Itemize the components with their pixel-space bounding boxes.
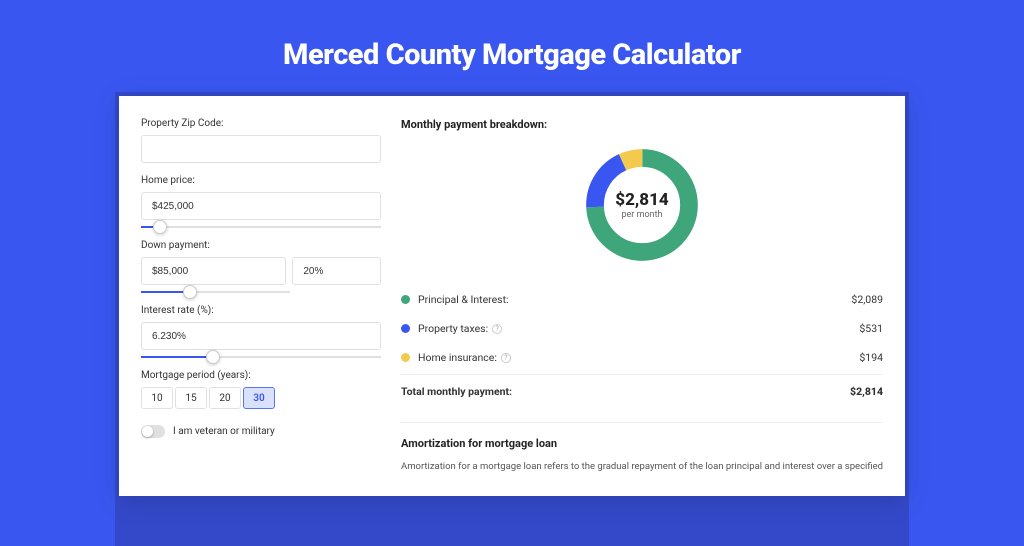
period-button-15[interactable]: 15 [175, 387, 207, 409]
breakdown-row: Home insurance:?$194 [401, 343, 883, 372]
home-price-input[interactable] [141, 192, 381, 220]
veteran-row: I am veteran or military [141, 425, 381, 438]
breakdown-row: Principal & Interest:$2,089 [401, 285, 883, 314]
down-payment-field-group: Down payment: [141, 240, 381, 293]
veteran-toggle[interactable] [141, 425, 165, 438]
breakdown-header: Monthly payment breakdown: [401, 118, 883, 131]
interest-field-group: Interest rate (%): [141, 305, 381, 358]
zip-field-group: Property Zip Code: [141, 118, 381, 163]
info-icon[interactable]: ? [501, 353, 511, 363]
amortization-title: Amortization for mortgage loan [401, 437, 883, 450]
down-payment-label: Down payment: [141, 240, 381, 251]
home-price-label: Home price: [141, 175, 381, 186]
period-label: Mortgage period (years): [141, 370, 381, 381]
interest-slider[interactable] [141, 356, 381, 358]
donut-label: per month [615, 210, 668, 220]
total-label: Total monthly payment: [401, 385, 850, 398]
slider-thumb-icon[interactable] [183, 285, 197, 299]
legend-swatch-icon [401, 353, 410, 362]
zip-input[interactable] [141, 135, 381, 163]
form-column: Property Zip Code: Home price: Down paym… [119, 96, 393, 496]
breakdown-value: $2,089 [851, 293, 883, 306]
slider-thumb-icon[interactable] [206, 350, 220, 364]
page-title: Merced County Mortgage Calculator [0, 0, 1024, 96]
breakdown-label: Home insurance:? [418, 351, 859, 364]
breakdown-label: Principal & Interest: [418, 293, 851, 306]
period-button-10[interactable]: 10 [141, 387, 173, 409]
amortization-text: Amortization for a mortgage loan refers … [401, 460, 883, 474]
breakdown-value: $531 [859, 322, 883, 335]
total-row: Total monthly payment: $2,814 [401, 374, 883, 406]
home-price-field-group: Home price: [141, 175, 381, 228]
donut-center: $2,814 per month [615, 190, 668, 220]
veteran-label: I am veteran or military [173, 426, 275, 437]
down-payment-pct-input[interactable] [292, 257, 381, 285]
calculator-card: Property Zip Code: Home price: Down paym… [119, 96, 905, 496]
donut-chart: $2,814 per month [401, 143, 883, 267]
down-payment-amount-input[interactable] [141, 257, 286, 285]
interest-label: Interest rate (%): [141, 305, 381, 316]
total-value: $2,814 [850, 385, 883, 398]
donut-value: $2,814 [615, 190, 668, 210]
interest-input[interactable] [141, 322, 381, 350]
amortization-section: Amortization for mortgage loan Amortizat… [401, 422, 883, 474]
info-icon[interactable]: ? [492, 324, 502, 334]
down-payment-slider[interactable] [141, 291, 290, 293]
period-button-30[interactable]: 30 [243, 387, 275, 409]
breakdown-column: Monthly payment breakdown: $2,814 per mo… [393, 96, 905, 496]
legend-swatch-icon [401, 295, 410, 304]
period-field-group: Mortgage period (years): 10152030 [141, 370, 381, 409]
breakdown-value: $194 [859, 351, 883, 364]
zip-label: Property Zip Code: [141, 118, 381, 129]
breakdown-row: Property taxes:?$531 [401, 314, 883, 343]
period-button-20[interactable]: 20 [209, 387, 241, 409]
home-price-slider[interactable] [141, 226, 381, 228]
breakdown-label: Property taxes:? [418, 322, 859, 335]
period-buttons: 10152030 [141, 387, 381, 409]
slider-thumb-icon[interactable] [153, 220, 167, 234]
legend-swatch-icon [401, 324, 410, 333]
